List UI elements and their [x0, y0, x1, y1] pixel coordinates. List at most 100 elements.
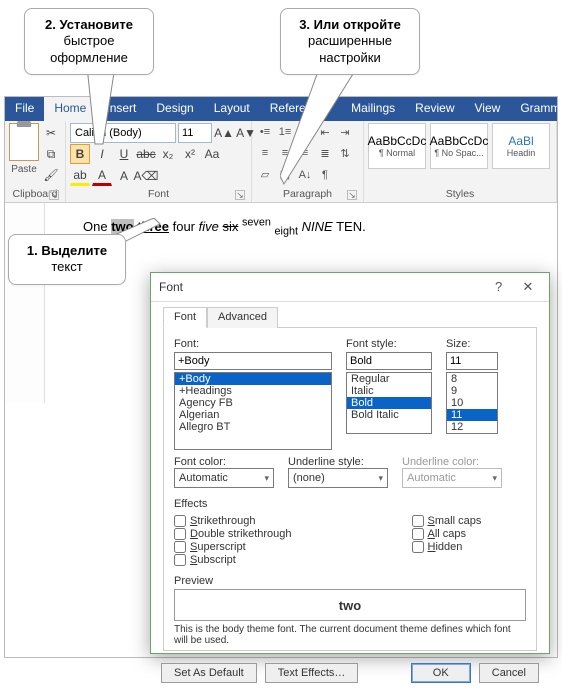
callout-2-title: 2. Установите — [39, 17, 139, 33]
bullets-icon[interactable]: •≡ — [256, 123, 274, 141]
clear-formatting-button[interactable]: A⌫ — [136, 166, 156, 186]
ok-button[interactable]: OK — [411, 663, 471, 683]
checkbox[interactable] — [174, 554, 186, 566]
font-size-dialog-input[interactable] — [446, 352, 498, 370]
label-font-size: Size: — [446, 338, 498, 350]
list-item[interactable]: 12 — [447, 421, 497, 433]
callout-3-rest: расширенные настройки — [295, 33, 405, 66]
chevron-down-icon: ▾ — [492, 473, 497, 484]
dialog-help-icon[interactable]: ? — [486, 279, 512, 294]
font-size-list[interactable]: 89101112 — [446, 372, 498, 434]
list-item[interactable]: 9 — [447, 385, 497, 397]
font-group-label: Font↘ — [70, 187, 247, 202]
callout-3-pointer — [280, 66, 360, 186]
clipboard-group-label: Clipboard↘ — [9, 187, 61, 202]
font-family-list[interactable]: +Body+HeadingsAgency FBAlgerianAllegro B… — [174, 372, 332, 450]
font-launcher-icon[interactable]: ↘ — [235, 190, 245, 200]
ribbon-tab-grammarly[interactable]: Grammarly — [510, 97, 558, 121]
style-gallery-item[interactable]: AaBbCcDc¶ No Spac... — [430, 123, 488, 169]
callout-1-rest: текст — [23, 259, 111, 275]
italic-button[interactable]: I — [92, 144, 112, 164]
list-item[interactable]: Regular — [347, 373, 431, 385]
list-item[interactable]: Algerian — [175, 409, 331, 421]
checkbox[interactable] — [412, 528, 424, 540]
list-item[interactable]: Italic — [347, 385, 431, 397]
effect-strikethrough[interactable]: Strikethrough — [174, 515, 292, 527]
label-font: Font: — [174, 338, 332, 350]
preview-box: two — [174, 589, 526, 621]
format-painter-icon[interactable]: 🖌 — [41, 165, 61, 185]
list-item[interactable]: Bold Italic — [347, 409, 431, 421]
checkbox[interactable] — [174, 528, 186, 540]
effect-hidden[interactable]: Hidden — [412, 541, 482, 553]
font-color-select[interactable]: Automatic▾ — [174, 468, 274, 488]
callout-3: 3. Или откройте расширенные настройки — [280, 8, 420, 75]
grow-font-icon[interactable]: A▲ — [214, 123, 234, 143]
font-family-input[interactable] — [174, 352, 332, 370]
underline-style-select[interactable]: (none)▾ — [288, 468, 388, 488]
preview-note: This is the body theme font. The current… — [174, 624, 526, 646]
callout-1: 1. Выделите текст — [8, 234, 126, 285]
label-underline-style: Underline style: — [288, 456, 388, 468]
effect-subscript[interactable]: Subscript — [174, 554, 292, 566]
highlight-button[interactable]: ab — [70, 166, 90, 186]
font-color-button[interactable]: A — [92, 166, 112, 186]
style-gallery-item[interactable]: AaBbCcDc¶ Normal — [368, 123, 426, 169]
font-style-list[interactable]: RegularItalicBoldBold Italic — [346, 372, 432, 434]
dialog-tab-advanced[interactable]: Advanced — [207, 307, 278, 328]
cancel-button[interactable]: Cancel — [479, 663, 539, 683]
superscript-button[interactable]: x² — [180, 144, 200, 164]
align-left-icon[interactable]: ≡ — [256, 144, 274, 162]
ribbon-tab-view[interactable]: View — [465, 97, 511, 121]
list-item[interactable]: Agency FB — [175, 397, 331, 409]
label-font-style: Font style: — [346, 338, 432, 350]
list-item[interactable]: 10 — [447, 397, 497, 409]
list-item[interactable]: 8 — [447, 373, 497, 385]
underline-button[interactable]: U — [114, 144, 134, 164]
chevron-down-icon: ▾ — [264, 473, 269, 484]
shading-icon[interactable]: ▱ — [256, 166, 274, 184]
styles-group-label: Styles — [368, 187, 552, 202]
list-item[interactable]: +Headings — [175, 385, 331, 397]
effect-superscript[interactable]: Superscript — [174, 541, 292, 553]
ribbon-tab-design[interactable]: Design — [146, 97, 203, 121]
list-item[interactable]: +Body — [175, 373, 331, 385]
effect-all-caps[interactable]: All caps — [412, 528, 482, 540]
dialog-content: Font: +Body+HeadingsAgency FBAlgerianAll… — [163, 327, 537, 651]
change-case-button[interactable]: Aa — [202, 144, 222, 164]
callout-1-title: 1. Выделите — [23, 243, 111, 259]
dialog-title: Font — [159, 280, 183, 294]
set-as-default-button[interactable]: Set As Default — [161, 663, 257, 683]
effect-small-caps[interactable]: Small caps — [412, 515, 482, 527]
dialog-close-icon[interactable]: ✕ — [515, 279, 541, 295]
strikethrough-button[interactable]: abc — [136, 144, 156, 164]
cut-icon[interactable]: ✂ — [41, 123, 61, 143]
callout-3-title: 3. Или откройте — [295, 17, 405, 33]
list-item[interactable]: 11 — [447, 409, 497, 421]
ribbon-tab-review[interactable]: Review — [405, 97, 464, 121]
list-item[interactable]: Bold — [347, 397, 431, 409]
label-preview: Preview — [174, 575, 526, 587]
list-item[interactable]: Allegro BT — [175, 421, 331, 433]
checkbox[interactable] — [412, 515, 424, 527]
dialog-tab-font[interactable]: Font — [163, 307, 207, 328]
checkbox[interactable] — [174, 515, 186, 527]
text-effects-button-dialog[interactable]: Text Effects… — [265, 663, 359, 683]
ribbon-tab-file[interactable]: File — [5, 97, 44, 121]
bold-button[interactable]: B — [70, 144, 90, 164]
checkbox[interactable] — [174, 541, 186, 553]
font-dialog: Font ? ✕ Font Advanced Font: +Body+Headi… — [150, 272, 550, 654]
effect-double-strikethrough[interactable]: Double strikethrough — [174, 528, 292, 540]
paragraph-launcher-icon[interactable]: ↘ — [347, 190, 357, 200]
style-gallery-item[interactable]: AaBlHeadin — [492, 123, 550, 169]
ribbon-tab-layout[interactable]: Layout — [204, 97, 260, 121]
subscript-button[interactable]: x₂ — [158, 144, 178, 164]
copy-icon[interactable]: ⧉ — [41, 144, 61, 164]
clipboard-launcher-icon[interactable]: ↘ — [49, 190, 59, 200]
text-effects-button[interactable]: A — [114, 166, 134, 186]
paste-label[interactable]: Paste — [9, 164, 39, 175]
checkbox[interactable] — [412, 541, 424, 553]
paste-icon[interactable] — [9, 123, 39, 161]
font-style-input[interactable] — [346, 352, 432, 370]
font-size-input[interactable] — [178, 123, 212, 143]
